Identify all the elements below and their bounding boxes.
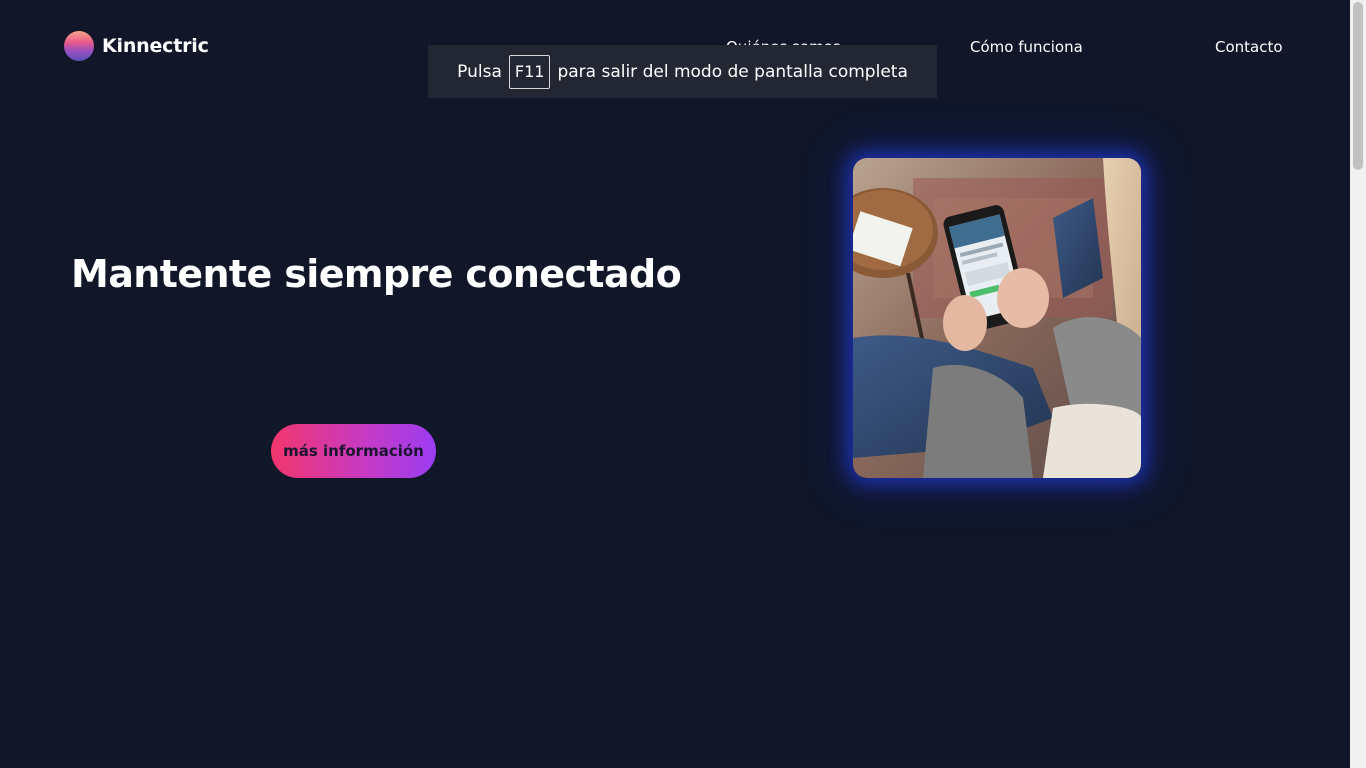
notice-text-after: para salir del modo de pantalla completa bbox=[557, 61, 908, 82]
vertical-scrollbar[interactable] bbox=[1350, 0, 1366, 768]
brand-name: Kinnectric bbox=[102, 35, 209, 57]
brand-logo[interactable]: Kinnectric bbox=[64, 31, 209, 61]
logo-mark-icon bbox=[64, 31, 94, 61]
notice-text-before: Pulsa bbox=[457, 61, 502, 82]
hero-title: Mantente siempre conectado bbox=[71, 252, 682, 296]
scrollbar-thumb[interactable] bbox=[1353, 2, 1363, 170]
nav-link-como-funciona[interactable]: Cómo funciona bbox=[970, 38, 1083, 56]
nav-link-contacto[interactable]: Contacto bbox=[1215, 38, 1283, 56]
f11-key-badge: F11 bbox=[508, 54, 551, 89]
fullscreen-exit-notice: Pulsa F11 para salir del modo de pantall… bbox=[428, 45, 937, 98]
more-info-button[interactable]: más información bbox=[271, 424, 436, 478]
phone-in-hands-image bbox=[853, 158, 1141, 478]
hero-photo bbox=[853, 158, 1141, 478]
